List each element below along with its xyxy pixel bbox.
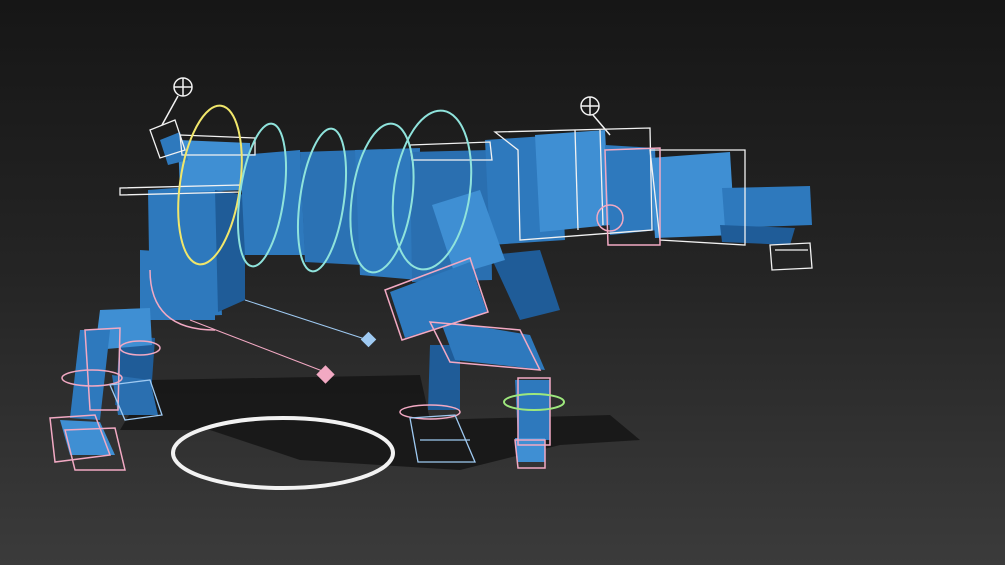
3d-viewport[interactable] (0, 0, 1005, 565)
rig-scene[interactable] (0, 0, 1005, 565)
shoulder-block[interactable] (535, 130, 610, 232)
front-paw[interactable] (515, 438, 545, 462)
spine-segment-1[interactable] (240, 150, 305, 255)
snout-block[interactable] (722, 186, 812, 228)
jaw-block[interactable] (720, 225, 795, 245)
hip-block-top[interactable] (178, 140, 250, 192)
